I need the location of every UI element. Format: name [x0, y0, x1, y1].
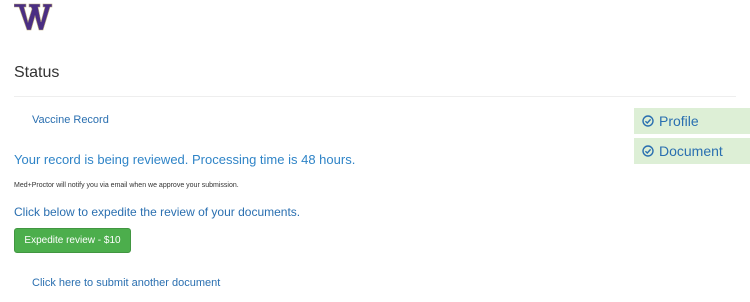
review-status-message: Your record is being reviewed. Processin… — [14, 152, 356, 167]
step-profile: Profile — [634, 108, 750, 134]
progress-steps: Profile Document — [634, 108, 750, 168]
page-title: Status — [14, 64, 60, 81]
check-circle-icon — [642, 145, 654, 157]
step-document: Document — [634, 138, 750, 164]
title-divider — [14, 96, 736, 97]
notification-note: Med+Proctor will notify you via email wh… — [14, 182, 239, 189]
submit-another-document-link[interactable]: Click here to submit another document — [32, 277, 220, 289]
expedite-prompt: Click below to expedite the review of yo… — [14, 205, 301, 219]
status-page: Status Vaccine Record Your record is bei… — [0, 0, 750, 302]
w-logo-icon — [14, 3, 53, 31]
step-label: Profile — [659, 113, 699, 129]
check-circle-icon — [642, 115, 654, 127]
vaccine-record-link[interactable]: Vaccine Record — [32, 114, 109, 126]
university-logo[interactable] — [14, 2, 54, 32]
expedite-review-button[interactable]: Expedite review - $10 — [14, 228, 131, 253]
step-label: Document — [659, 143, 723, 159]
